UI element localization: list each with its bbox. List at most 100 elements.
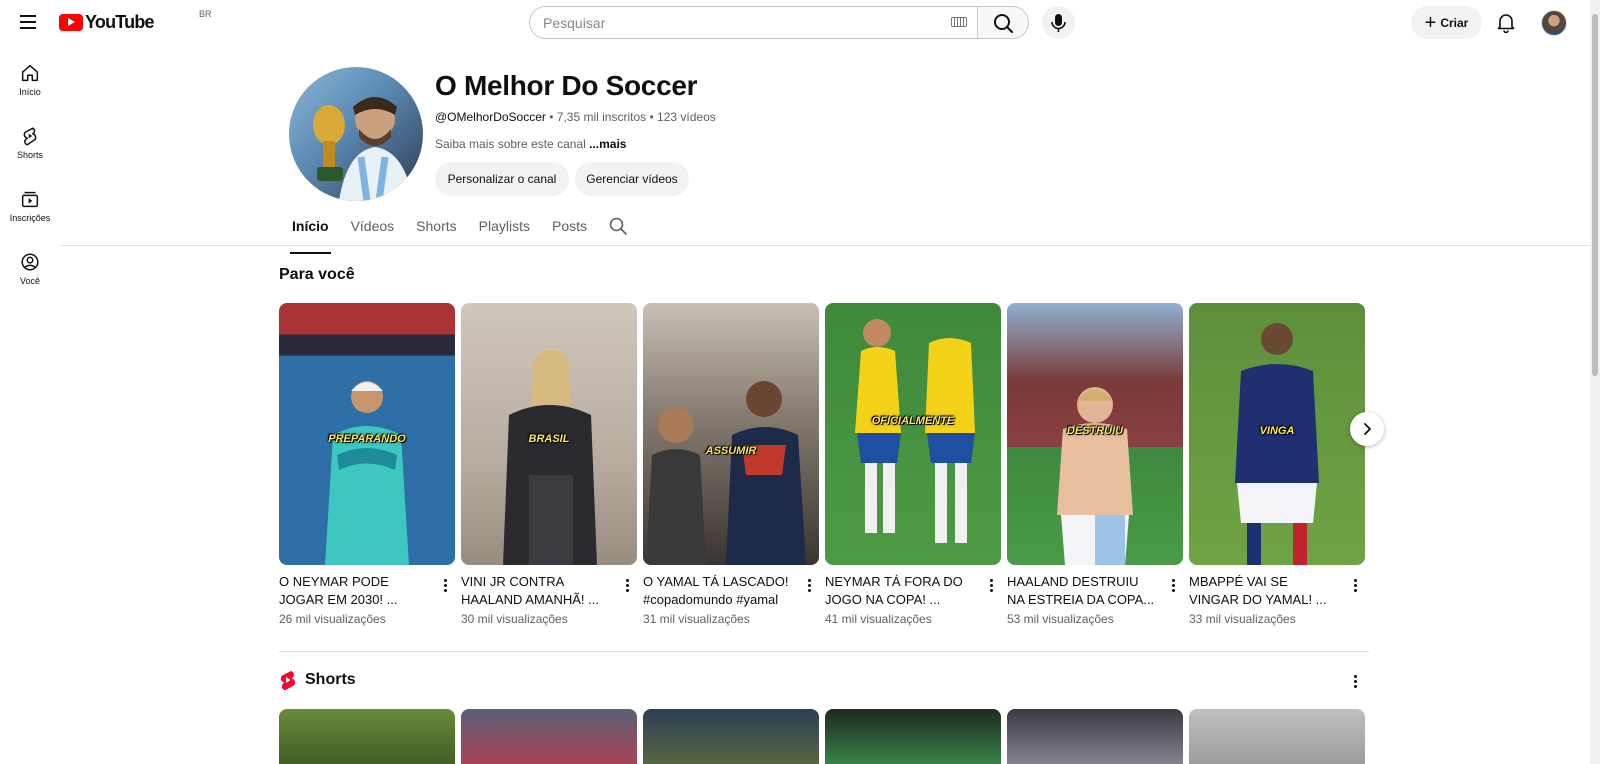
channel-about-link[interactable]: Saiba mais sobre este canal ...mais xyxy=(435,137,626,151)
video-title[interactable]: HAALAND DESTRUIU NA ESTREIA DA COPA... xyxy=(1007,573,1157,609)
more-options-icon[interactable] xyxy=(1163,573,1183,597)
more-options-icon[interactable] xyxy=(435,573,455,597)
notifications-button[interactable] xyxy=(1494,10,1518,34)
video-thumbnail[interactable]: ASSUMIR xyxy=(643,303,819,565)
voice-search-button[interactable] xyxy=(1042,6,1075,39)
scrollbar-thumb[interactable] xyxy=(1592,14,1598,376)
bell-icon xyxy=(1497,14,1515,34)
meta-separator: • xyxy=(549,110,554,124)
shelf-next-button[interactable] xyxy=(1350,412,1384,446)
section-divider xyxy=(279,651,1369,652)
search-button[interactable] xyxy=(977,6,1029,39)
thumbnail-caption: PREPARANDO xyxy=(328,433,406,445)
video-card[interactable]: DESTRUIU HAALAND DESTRUIU NA ESTREIA DA … xyxy=(1007,303,1183,626)
video-thumbnail[interactable]: DESTRUIU xyxy=(1007,303,1183,565)
video-views: 30 mil visualizações xyxy=(461,612,568,626)
short-thumbnail[interactable] xyxy=(1189,709,1365,764)
thumbnail-caption: VINGA xyxy=(1259,425,1295,437)
video-card[interactable]: OFICIALMENTE NEYMAR TÁ FORA DO JOGO NA C… xyxy=(825,303,1001,626)
player-figure xyxy=(503,348,597,565)
section-title-for-you: Para você xyxy=(279,266,355,283)
video-views: 53 mil visualizações xyxy=(1007,612,1114,626)
short-thumbnail[interactable] xyxy=(461,709,637,764)
create-button[interactable]: + Criar xyxy=(1411,6,1482,39)
page-scrollbar[interactable] xyxy=(1590,0,1600,764)
search-icon xyxy=(609,217,627,235)
player-figure xyxy=(1057,387,1133,565)
search-icon xyxy=(994,14,1013,33)
about-more: ...mais xyxy=(589,137,627,151)
you-icon xyxy=(21,253,39,271)
rail-item-shorts[interactable]: Shorts xyxy=(0,119,60,182)
section-title-shorts: Shorts xyxy=(305,671,356,688)
create-label: Criar xyxy=(1440,15,1469,30)
video-count: 123 vídeos xyxy=(657,110,716,124)
video-card[interactable]: ASSUMIR O YAMAL TÁ LASCADO! #copadomundo… xyxy=(643,303,819,626)
thumbnail-caption: BRASIL xyxy=(528,433,570,445)
player-figure xyxy=(325,381,409,565)
shorts-section-header: Shorts xyxy=(279,670,356,690)
more-options-icon[interactable] xyxy=(799,573,819,597)
video-card[interactable]: BRASIL VINI JR CONTRA HAALAND AMANHÃ! ..… xyxy=(461,303,637,626)
tabs-divider xyxy=(60,245,1590,246)
video-thumbnail[interactable]: PREPARANDO xyxy=(279,303,455,565)
youtube-logo[interactable]: YouTube BR xyxy=(59,9,212,33)
shorts-icon xyxy=(23,127,37,146)
channel-tabs: Início Vídeos Shorts Playlists Posts xyxy=(290,210,609,254)
tab-posts[interactable]: Posts xyxy=(552,210,587,246)
video-thumbnail[interactable]: OFICIALMENTE xyxy=(825,303,1001,565)
top-bar: YouTube BR + Criar xyxy=(0,0,1568,44)
more-options-icon[interactable] xyxy=(617,573,637,597)
channel-search-button[interactable] xyxy=(608,216,628,236)
rail-item-you[interactable]: Você xyxy=(0,245,60,308)
rail-item-subscriptions[interactable]: Inscrições xyxy=(0,182,60,245)
video-title[interactable]: MBAPPÉ VAI SE VINGAR DO YAMAL! ... xyxy=(1189,573,1339,609)
video-thumbnail[interactable]: VINGA xyxy=(1189,303,1365,565)
short-thumbnail[interactable] xyxy=(643,709,819,764)
manage-videos-button[interactable]: Gerenciar vídeos xyxy=(575,162,689,196)
menu-icon[interactable] xyxy=(16,10,40,34)
video-title[interactable]: VINI JR CONTRA HAALAND AMANHÃ! ... xyxy=(461,573,611,609)
tab-videos[interactable]: Vídeos xyxy=(351,210,395,246)
tab-shorts[interactable]: Shorts xyxy=(416,210,456,246)
video-card[interactable]: PREPARANDO O NEYMAR PODE JOGAR EM 2030! … xyxy=(279,303,455,626)
region-code: BR xyxy=(199,9,212,19)
video-views: 41 mil visualizações xyxy=(825,612,932,626)
about-text: Saiba mais sobre este canal xyxy=(435,137,586,151)
video-thumbnail[interactable]: BRASIL xyxy=(461,303,637,565)
rail-label: Você xyxy=(19,276,41,286)
video-title[interactable]: O YAMAL TÁ LASCADO! #copadomundo #yamal xyxy=(643,573,793,609)
youtube-play-icon xyxy=(59,14,83,31)
search-input[interactable] xyxy=(543,7,923,38)
tab-home[interactable]: Início xyxy=(290,210,331,254)
meta-separator: • xyxy=(649,110,654,124)
left-rail: Início Shorts Inscrições Você xyxy=(0,56,60,308)
player-figure xyxy=(1235,323,1319,565)
short-thumbnail[interactable] xyxy=(1007,709,1183,764)
shorts-shelf xyxy=(279,709,1369,764)
subscriptions-icon xyxy=(21,191,39,208)
channel-avatar xyxy=(289,67,423,201)
short-thumbnail[interactable] xyxy=(825,709,1001,764)
thumbnail-caption: OFICIALMENTE xyxy=(871,415,955,427)
more-options-icon[interactable] xyxy=(1345,573,1365,597)
more-options-icon[interactable] xyxy=(981,573,1001,597)
player-figure xyxy=(855,319,975,543)
thumbnail-caption: ASSUMIR xyxy=(705,445,757,457)
video-card[interactable]: VINGA MBAPPÉ VAI SE VINGAR DO YAMAL! ...… xyxy=(1189,303,1365,626)
channel-avatar-image xyxy=(313,97,413,201)
video-title[interactable]: NEYMAR TÁ FORA DO JOGO NA COPA! ... xyxy=(825,573,975,609)
video-views: 33 mil visualizações xyxy=(1189,612,1296,626)
short-thumbnail[interactable] xyxy=(279,709,455,764)
tab-playlists[interactable]: Playlists xyxy=(479,210,530,246)
video-views: 26 mil visualizações xyxy=(279,612,386,626)
customize-channel-button[interactable]: Personalizar o canal xyxy=(435,162,569,196)
rail-item-home[interactable]: Início xyxy=(0,56,60,119)
account-avatar[interactable] xyxy=(1541,10,1567,36)
home-icon xyxy=(21,64,39,82)
microphone-icon xyxy=(1051,14,1066,32)
rail-label: Inscrições xyxy=(9,213,51,223)
more-options-icon[interactable] xyxy=(1345,669,1365,693)
keyboard-icon[interactable] xyxy=(951,17,967,27)
video-title[interactable]: O NEYMAR PODE JOGAR EM 2030! ... xyxy=(279,573,429,609)
